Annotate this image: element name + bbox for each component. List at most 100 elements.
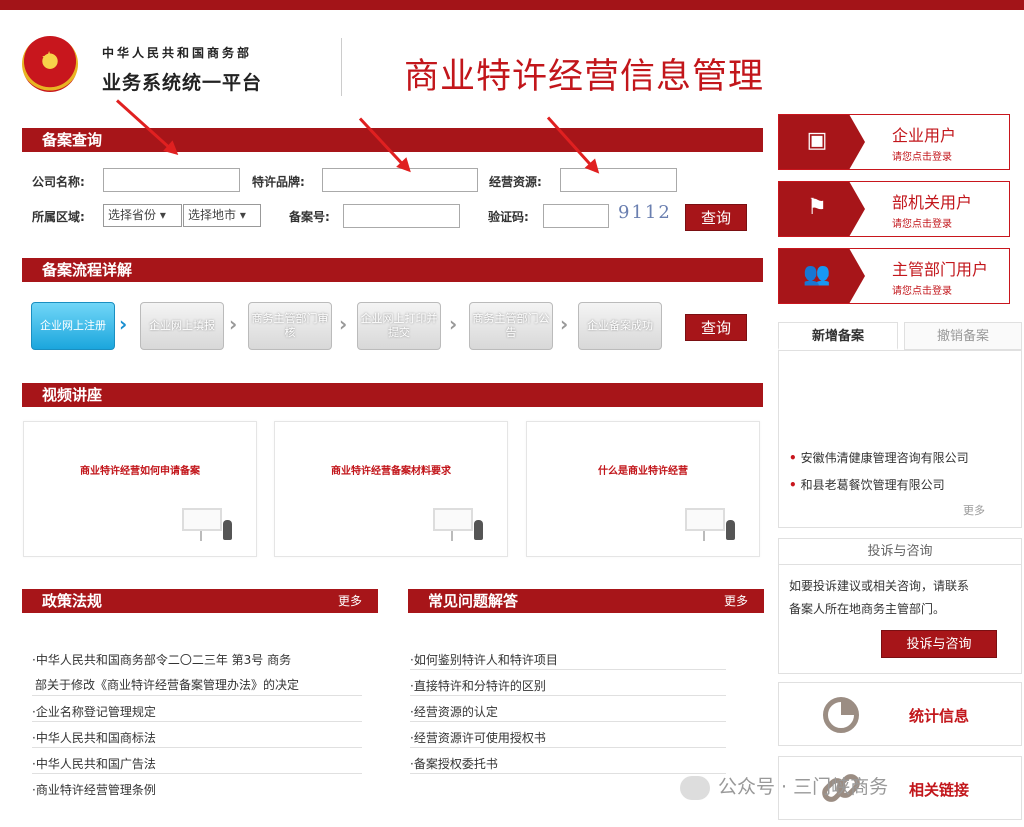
step-publish[interactable]: 商务主管部门公告 [469,302,553,350]
chevron-right-icon: › [119,312,128,336]
card-subtitle: 请您点击登录 [892,219,952,230]
wechat-icon [680,775,710,800]
chevron-down-icon: ▾ [159,208,166,222]
flag-icon: ⚑ [807,195,827,220]
divider [410,669,726,670]
watermark-text: 公众号 · 三门峡商务 [718,776,889,798]
step-fill[interactable]: 企业网上填报 [140,302,224,350]
complaint-panel: 投诉与咨询 如要投诉建议或相关咨询，请联系 备案人所在地商务主管部门。 投诉与咨… [778,538,1022,674]
presentation-icon [182,508,232,541]
records-panel: • 安徽伟清健康管理咨询有限公司 • 和县老葛餐饮管理有限公司 更多 [778,350,1022,528]
captcha-image[interactable]: 9112 [618,202,672,228]
divider [410,773,726,774]
users-icon: 👥 [803,262,831,287]
city-select-value: 选择地市 [188,208,237,222]
complaint-text: 备案人所在地商务主管部门。 [789,602,946,616]
record-item[interactable]: • 和县老葛餐饮管理有限公司 [789,476,945,493]
record-no-label: 备案号: [289,210,330,224]
policy-more-link[interactable]: 更多 [338,589,362,613]
video-card-materials[interactable]: 商业特许经营备案材料要求 [274,421,508,557]
page: 中华人民共和国商务部 业务系统统一平台 商业特许经营信息管理 备案查询 公司名称… [0,0,1024,827]
policy-section-title: 政策法规 [42,592,103,610]
id-card-icon: ▣ [806,128,828,153]
step-review[interactable]: 商务主管部门审核 [248,302,332,350]
step-success[interactable]: 企业备案成功 [578,302,662,350]
province-select[interactable]: 选择省份 ▾ [103,204,182,227]
brand-label: 特许品牌: [252,175,305,189]
top-bar [0,0,1024,10]
system-title: 商业特许经营信息管理 [404,57,765,97]
resource-input[interactable] [560,168,677,192]
video-card-intro[interactable]: 什么是商业特许经营 [526,421,760,557]
video-card-apply[interactable]: 商业特许经营如何申请备案 [23,421,257,557]
record-item-text: 安徽伟清健康管理咨询有限公司 [800,451,969,465]
policy-item[interactable]: ·中华人民共和国商务部令二〇二三年 第3号 商务 [32,651,291,668]
wechat-watermark: 公众号 · 三门峡商务 [680,772,888,800]
chevron-down-icon: ▾ [239,208,246,222]
department-user-login[interactable]: 👥 主管部门用户 请您点击登录 [778,248,1010,304]
video-section-title: 视频讲座 [42,386,103,404]
card-icon-bg: ⚑ [779,182,865,236]
card-title: 主管部门用户 [892,260,989,279]
faq-item[interactable]: ·经营资源的认定 [410,703,498,720]
card-subtitle: 请您点击登录 [892,286,952,297]
record-item-text: 和县老葛餐饮管理有限公司 [800,478,945,492]
company-label: 公司名称: [32,175,85,189]
process-search-button[interactable]: 查询 [685,314,747,341]
company-name-input[interactable] [103,168,240,192]
records-tabs: 新增备案 撤销备案 [778,322,1022,352]
enterprise-user-login[interactable]: ▣ 企业用户 请您点击登录 [778,114,1010,170]
complaint-button[interactable]: 投诉与咨询 [881,630,997,658]
faq-item[interactable]: ·直接特许和分特许的区别 [410,677,546,694]
captcha-input[interactable] [543,204,609,228]
record-no-input[interactable] [343,204,460,228]
statistics-link[interactable]: 统计信息 [778,682,1022,746]
ministry-user-login[interactable]: ⚑ 部机关用户 请您点击登录 [778,181,1010,237]
complaint-title: 投诉与咨询 [779,539,1021,565]
bullet-icon: • [789,451,797,465]
site-header: 中华人民共和国商务部 业务系统统一平台 商业特许经营信息管理 [0,10,1024,108]
policy-item[interactable]: ·商业特许经营管理条例 [32,781,156,798]
statistics-title: 统计信息 [909,707,970,725]
card-title: 部机关用户 [892,193,973,212]
city-select[interactable]: 选择地市 ▾ [183,204,261,227]
region-label: 所属区域: [32,210,85,224]
records-more-link[interactable]: 更多 [963,502,985,518]
tab-cancelled-records[interactable]: 撤销备案 [904,322,1022,350]
presentation-icon [685,508,735,541]
policy-item[interactable]: ·中华人民共和国广告法 [32,755,156,772]
divider [410,747,726,748]
faq-section-title: 常见问题解答 [428,592,519,610]
policy-item[interactable]: ·企业名称登记管理规定 [32,703,156,720]
chevron-right-icon: › [339,312,348,336]
step-register[interactable]: 企业网上注册 [31,302,115,350]
divider [32,721,362,722]
video-title: 商业特许经营如何申请备案 [80,466,200,477]
bullet-icon: • [789,478,797,492]
faq-item[interactable]: ·如何鉴别特许人和特许项目 [410,651,558,668]
policy-item-continued[interactable]: 部关于修改《商业特许经营备案管理办法》的决定 [35,676,299,693]
step-print-submit[interactable]: 企业网上打印并提交 [357,302,441,350]
video-title: 商业特许经营备案材料要求 [331,466,451,477]
policy-item[interactable]: ·中华人民共和国商标法 [32,729,156,746]
national-emblem-icon [22,36,78,92]
header-divider [341,38,342,96]
chevron-right-icon: › [449,312,458,336]
complaint-text: 如要投诉建议或相关咨询，请联系 [789,579,970,593]
related-links-title: 相关链接 [909,781,970,799]
presentation-icon [433,508,483,541]
faq-item[interactable]: ·备案授权委托书 [410,755,498,772]
faq-section-header: 常见问题解答 更多 [408,589,764,613]
divider [32,773,362,774]
divider [410,721,726,722]
query-search-button[interactable]: 查询 [685,204,747,231]
card-title: 企业用户 [892,126,957,145]
card-subtitle: 请您点击登录 [892,152,952,163]
tab-new-records[interactable]: 新增备案 [778,322,898,350]
video-title: 什么是商业特许经营 [598,466,688,477]
faq-more-link[interactable]: 更多 [724,589,748,613]
card-icon-bg: ▣ [779,115,865,169]
record-item[interactable]: • 安徽伟清健康管理咨询有限公司 [789,449,969,466]
faq-item[interactable]: ·经营资源许可使用授权书 [410,729,546,746]
divider [32,747,362,748]
